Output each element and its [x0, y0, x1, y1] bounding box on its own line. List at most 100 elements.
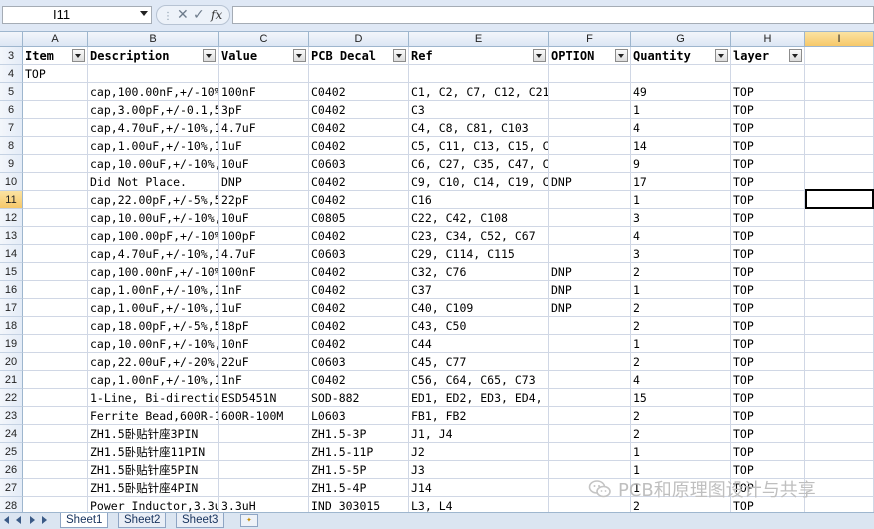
cell-f[interactable] [549, 227, 631, 245]
cell-a[interactable] [23, 461, 88, 479]
column-title-cell[interactable]: PCB Decal [309, 47, 409, 65]
column-title-cell[interactable]: Item [23, 47, 88, 65]
empty-cell[interactable] [805, 335, 874, 353]
next-sheet-icon[interactable] [30, 516, 35, 524]
cell-h[interactable]: TOP [731, 191, 805, 209]
filter-dropdown-icon[interactable] [393, 49, 406, 62]
cell-e[interactable]: C4, C8, C81, C103 [409, 119, 549, 137]
cell-f[interactable] [549, 443, 631, 461]
cell-c[interactable]: 10uF [219, 209, 309, 227]
cell-f[interactable] [549, 371, 631, 389]
cell-a[interactable] [23, 173, 88, 191]
cell-b[interactable]: Ferrite Bead,600R-1 [88, 407, 219, 425]
cell-c[interactable]: 1nF [219, 281, 309, 299]
empty-cell[interactable] [805, 119, 874, 137]
cell-b[interactable]: cap,22.00uF,+/-20%, [88, 353, 219, 371]
column-title-cell[interactable]: layer [731, 47, 805, 65]
cell-b[interactable] [88, 65, 219, 83]
cell-h[interactable]: TOP [731, 299, 805, 317]
cell-c[interactable]: 22pF [219, 191, 309, 209]
cancel-icon[interactable]: ✕ [177, 7, 189, 23]
cell-a[interactable] [23, 245, 88, 263]
cell-e[interactable]: C5, C11, C13, C15, C17, C18, C36 [409, 137, 549, 155]
cell-d[interactable]: SOD-882 [309, 389, 409, 407]
cell-a[interactable] [23, 389, 88, 407]
cell-g[interactable]: 1 [631, 281, 731, 299]
cell-g[interactable]: 1 [631, 335, 731, 353]
empty-cell[interactable] [805, 65, 874, 83]
cell-h[interactable]: TOP [731, 353, 805, 371]
cell-e[interactable]: ED1, ED2, ED3, ED4, ED5, ED6, ED [409, 389, 549, 407]
cell-h[interactable]: TOP [731, 443, 805, 461]
cell-a[interactable] [23, 191, 88, 209]
cell-d[interactable]: C0402 [309, 119, 409, 137]
row-header[interactable]: 24 [0, 425, 23, 443]
cell-c[interactable]: ESD5451N [219, 389, 309, 407]
cell-c[interactable]: 10uF [219, 155, 309, 173]
cell-g[interactable]: 14 [631, 137, 731, 155]
cell-f[interactable] [549, 119, 631, 137]
column-header-f[interactable]: F [549, 32, 631, 46]
cell-e[interactable]: C9, C10, C14, C19, C [409, 173, 549, 191]
row-header[interactable]: 16 [0, 281, 23, 299]
cell-c[interactable]: 100nF [219, 263, 309, 281]
cell-d[interactable]: ZH1.5-11P [309, 443, 409, 461]
row-header[interactable]: 19 [0, 335, 23, 353]
cell-h[interactable]: TOP [731, 137, 805, 155]
column-header-a[interactable]: A [23, 32, 88, 46]
cell-g[interactable]: 2 [631, 425, 731, 443]
filter-dropdown-icon[interactable] [533, 49, 546, 62]
cell-d[interactable]: C0402 [309, 335, 409, 353]
cell-d[interactable]: C0603 [309, 245, 409, 263]
cell-g[interactable]: 49 [631, 83, 731, 101]
cell-c[interactable]: DNP [219, 173, 309, 191]
column-title-cell[interactable]: Value [219, 47, 309, 65]
cell-a[interactable]: TOP [23, 65, 88, 83]
row-header[interactable]: 9 [0, 155, 23, 173]
row-header[interactable]: 14 [0, 245, 23, 263]
cell-a[interactable] [23, 119, 88, 137]
cell-h[interactable] [731, 65, 805, 83]
cell-b[interactable]: cap,10.00uF,+/-10%, [88, 155, 219, 173]
cell-g[interactable]: 1 [631, 443, 731, 461]
column-header-b[interactable]: B [88, 32, 219, 46]
cell-e[interactable]: C44 [409, 335, 549, 353]
cell-c[interactable]: 100pF [219, 227, 309, 245]
cell-e[interactable] [409, 65, 549, 83]
cell-d[interactable]: L0603 [309, 407, 409, 425]
cell-f[interactable] [549, 101, 631, 119]
cell-h[interactable]: TOP [731, 245, 805, 263]
cell-f[interactable] [549, 65, 631, 83]
column-title-cell[interactable]: Ref [409, 47, 549, 65]
cell-e[interactable]: L3, L4 [409, 497, 549, 512]
cell-f[interactable] [549, 245, 631, 263]
cell-b[interactable]: cap,1.00uF,+/-10%,1 [88, 137, 219, 155]
cell-a[interactable] [23, 497, 88, 512]
empty-cell[interactable] [805, 209, 874, 227]
empty-cell[interactable] [805, 263, 874, 281]
cell-c[interactable]: 4.7uF [219, 119, 309, 137]
empty-cell[interactable] [805, 245, 874, 263]
cell-d[interactable]: C0402 [309, 263, 409, 281]
cell-d[interactable]: C0402 [309, 191, 409, 209]
cell-e[interactable]: C6, C27, C35, C47, C54, C57, C59 [409, 155, 549, 173]
formula-input[interactable] [232, 6, 874, 24]
cell-h[interactable]: TOP [731, 227, 805, 245]
cell-f[interactable] [549, 335, 631, 353]
row-header[interactable]: 13 [0, 227, 23, 245]
cell-e[interactable]: C29, C114, C115 [409, 245, 549, 263]
cell-f[interactable]: DNP [549, 281, 631, 299]
cell-b[interactable]: cap,100.00pF,+/-10% [88, 227, 219, 245]
cell-b[interactable]: cap,100.00nF,+/-10% [88, 83, 219, 101]
cell-f[interactable] [549, 191, 631, 209]
cell-b[interactable]: ZH1.5卧贴针座4PIN [88, 479, 219, 497]
cell-g[interactable]: 2 [631, 353, 731, 371]
cell-f[interactable]: DNP [549, 263, 631, 281]
column-header-e[interactable]: E [409, 32, 549, 46]
cell-c[interactable]: 3pF [219, 101, 309, 119]
cell-e[interactable]: C16 [409, 191, 549, 209]
cell-h[interactable]: TOP [731, 407, 805, 425]
cell-h[interactable]: TOP [731, 281, 805, 299]
cell-d[interactable]: C0603 [309, 353, 409, 371]
cell-a[interactable] [23, 443, 88, 461]
